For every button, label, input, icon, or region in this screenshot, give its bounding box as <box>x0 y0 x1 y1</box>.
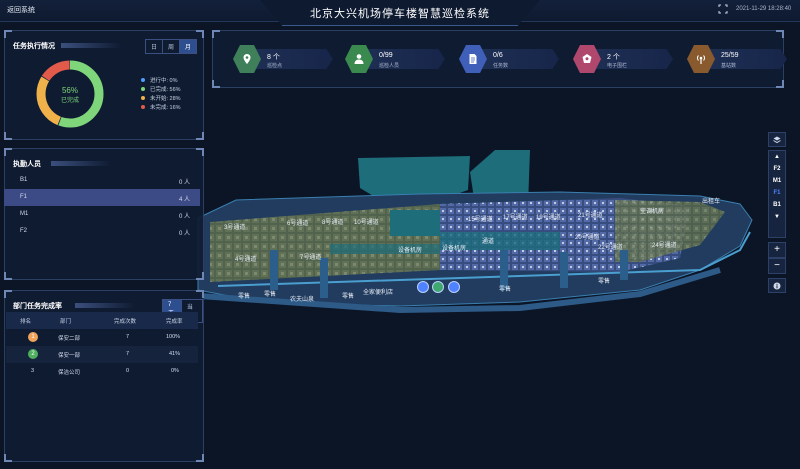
panel-title: 执勤人员 <box>13 161 41 168</box>
layers-icon <box>773 136 781 144</box>
donut-percent: 56% <box>62 86 78 95</box>
map-label: 21号通道 <box>578 213 603 219</box>
map-label: 19号通道 <box>536 215 561 221</box>
map-label: 零售 <box>499 287 512 293</box>
map-label: 17号通道 <box>503 215 528 221</box>
map-label: 4号通道 <box>235 257 257 263</box>
map-label: 22号通道 <box>598 245 623 251</box>
floor-button-b1[interactable]: B1 <box>769 199 785 211</box>
map-markers[interactable] <box>417 281 460 293</box>
map-label: 零售 <box>264 292 277 298</box>
legend-item: 进行中: 0% <box>141 75 181 84</box>
map-label: 零售 <box>238 294 251 300</box>
map-label: 15号通道 <box>468 217 493 223</box>
task-period-tabs: 日 周 月 <box>145 39 198 54</box>
personnel-row[interactable]: B1 0 人 <box>4 172 200 189</box>
legend-item: 未开始: 28% <box>141 93 181 102</box>
task-status-panel: 任务执行情况 日 周 月 56% 已完成 进行中: 0% 已完成: 56% 未开… <box>4 30 204 140</box>
floor-button-f1[interactable]: F1 <box>769 187 785 199</box>
rank-badge: 1 <box>28 332 38 342</box>
table-row[interactable]: 3 保洁公司 0 0% <box>6 363 198 380</box>
layers-button[interactable] <box>768 132 786 147</box>
map-label: 7号通道 <box>300 255 322 261</box>
map-label: 零售 <box>342 294 355 300</box>
personnel-list: B1 0 人 F1 4 人 M1 0 人 F2 0 人 <box>4 172 200 240</box>
map-label: 通道 <box>482 239 495 245</box>
donut-label: 已完成 <box>61 96 79 104</box>
table-header: 排名 部门 完成次数 完成率 <box>6 312 198 329</box>
map-label: 出租车 <box>702 199 721 205</box>
table-row[interactable]: 2 保安一部 7 41% <box>6 346 198 363</box>
legend-item: 已完成: 56% <box>141 84 181 93</box>
floor-down-button[interactable]: ▼ <box>769 211 785 223</box>
map-label: 全家便利店 <box>363 290 394 296</box>
map-label: 空调机房 <box>640 209 665 215</box>
legend-item: 未完成: 16% <box>141 102 181 111</box>
floor-selector: ▲ F2 M1 F1 B1 ▼ <box>768 150 786 238</box>
map-label: 20号通道 <box>575 235 600 241</box>
floor-button-m1[interactable]: M1 <box>769 175 785 187</box>
map-label: 24号通道 <box>652 243 677 249</box>
donut-legend: 进行中: 0% 已完成: 56% 未开始: 28% 未完成: 16% <box>141 75 181 111</box>
info-icon <box>773 282 781 290</box>
map-label: 3号通道 <box>224 225 246 231</box>
map-label: 设备机房 <box>398 248 423 254</box>
panel-title: 任务执行情况 <box>13 43 55 50</box>
rank-badge: 2 <box>28 349 38 359</box>
floor-button-f2[interactable]: F2 <box>769 163 785 175</box>
map-label: 农夫山泉 <box>290 297 315 303</box>
personnel-row[interactable]: F2 0 人 <box>4 223 200 240</box>
map-label: 10号通道 <box>354 220 379 226</box>
info-button[interactable] <box>768 278 786 293</box>
personnel-row[interactable]: F1 4 人 <box>4 189 200 206</box>
zoom-out-button[interactable]: − <box>768 258 786 274</box>
floor-up-button[interactable]: ▲ <box>769 151 785 163</box>
map-label: 设备机房 <box>442 246 467 252</box>
map-label: 6号通道 <box>287 221 309 227</box>
tab-month[interactable]: 月 <box>180 40 197 53</box>
task-donut-chart: 56% 已完成 <box>36 60 104 128</box>
zoom-in-button[interactable]: + <box>768 242 786 258</box>
panel-title: 部门任务完成率 <box>13 303 62 310</box>
tab-day[interactable]: 日 <box>146 40 164 53</box>
rank-number: 3 <box>31 368 35 374</box>
department-table: 排名 部门 完成次数 完成率 1 保安二部 7 100% 2 保安一部 7 41… <box>6 312 198 380</box>
map-label: 零售 <box>598 279 611 285</box>
table-row[interactable]: 1 保安二部 7 100% <box>6 329 198 346</box>
stats-bar: 8 个 巡检点 0/99 巡检人员 0/6 任务数 2 个 电子围栏 25/59… <box>212 30 787 88</box>
map-background-shapes <box>197 150 753 314</box>
map-label: 8号通道 <box>322 220 344 226</box>
tab-week[interactable]: 周 <box>163 40 181 53</box>
personnel-row[interactable]: M1 0 人 <box>4 206 200 223</box>
